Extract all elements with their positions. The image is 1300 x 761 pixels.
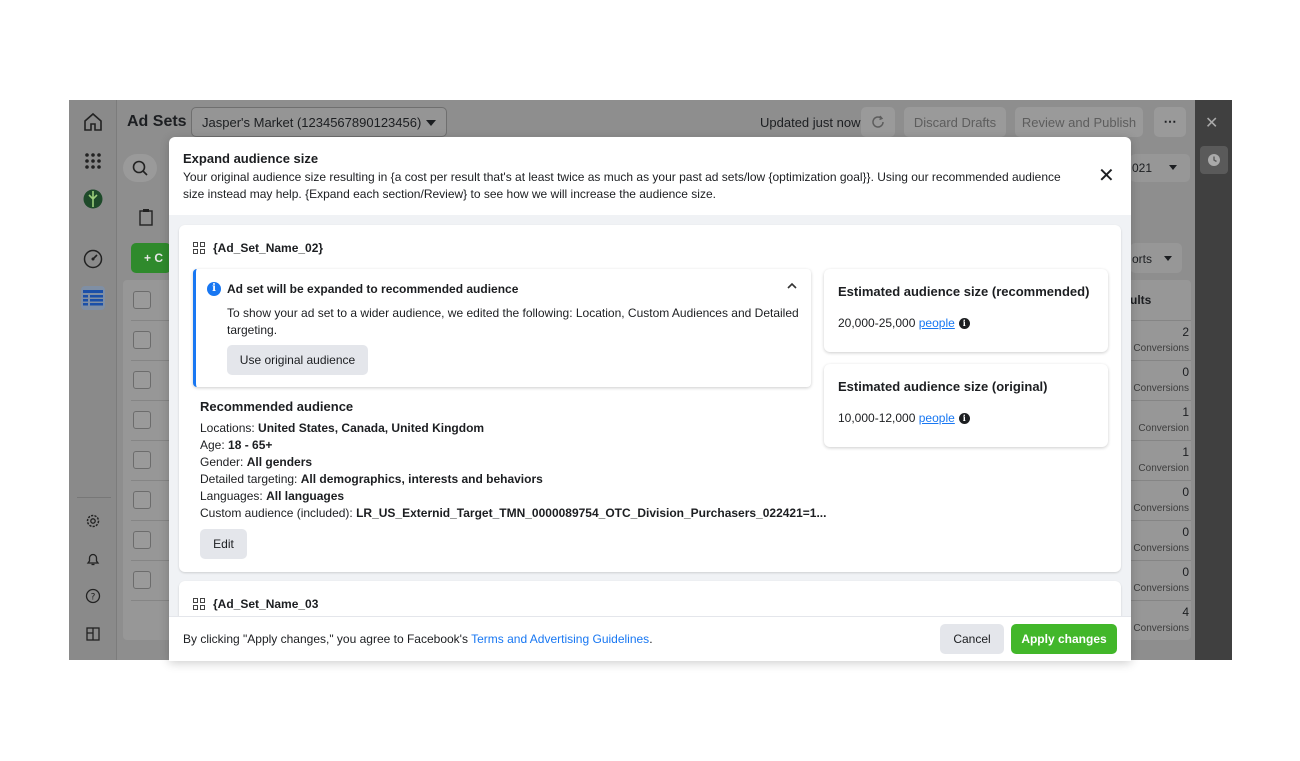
terms-notice: By clicking "Apply changes," you agree t… (183, 632, 653, 646)
detailed-targeting-row: Detailed targeting: All demographics, in… (200, 472, 543, 486)
recommended-audience-title: Recommended audience (200, 399, 354, 414)
edit-button[interactable]: Edit (200, 529, 247, 559)
results-value: 0 (1182, 365, 1189, 379)
estimate-recommended-title: Estimated audience size (recommended) (838, 284, 1090, 299)
dashboard-gauge-icon[interactable] (81, 247, 105, 271)
ad-set-header[interactable]: {Ad_Set_Name_02} (193, 241, 323, 255)
right-side-panel: ✕ (1195, 100, 1232, 660)
cancel-button[interactable]: Cancel (940, 624, 1004, 654)
reports-label: orts (1132, 252, 1153, 266)
notice-text: To show your ad set to a wider audience,… (227, 306, 799, 337)
ad-set-grid-icon (193, 597, 206, 611)
settings-gear-icon[interactable] (81, 509, 105, 533)
account-avatar[interactable] (81, 187, 105, 211)
estimate-original-title: Estimated audience size (original) (838, 379, 1048, 394)
page-title: Ad Sets (127, 113, 187, 130)
custom-audience-row: Custom audience (included): LR_US_Extern… (200, 506, 827, 520)
chevron-up-icon[interactable] (786, 280, 798, 294)
search-icon[interactable] (123, 154, 157, 182)
info-icon: i (207, 282, 221, 296)
nav-divider (77, 497, 111, 498)
clock-icon (1208, 154, 1220, 166)
apps-grid-icon[interactable] (81, 149, 105, 173)
date-range-label: 021 (1132, 161, 1153, 175)
caret-down-icon (1164, 256, 1172, 261)
history-clock-button[interactable] (1200, 146, 1228, 174)
dialog-footer: By clicking "Apply changes," you agree t… (169, 616, 1131, 661)
row-checkbox[interactable] (133, 531, 151, 549)
svg-text:?: ? (91, 593, 96, 603)
terms-period: . (649, 632, 653, 646)
expansion-notice: i Ad set will be expanded to recommended… (193, 269, 811, 387)
row-checkbox[interactable] (133, 331, 151, 349)
people-link[interactable]: people (919, 411, 955, 425)
ad-set-grid-icon (193, 241, 206, 255)
gender-row: Gender: All genders (200, 455, 313, 469)
results-value: 1 (1182, 445, 1189, 459)
left-navigation: ? (69, 100, 117, 660)
people-link[interactable]: people (919, 316, 955, 330)
refresh-button[interactable] (861, 107, 895, 137)
languages-row: Languages: All languages (200, 489, 345, 503)
age-row: Age: 18 - 65+ (200, 438, 273, 452)
account-selector[interactable]: Jasper's Market (1234567890123456) (191, 107, 447, 137)
use-original-audience-button[interactable]: Use original audience (227, 345, 368, 375)
info-icon[interactable]: i (958, 413, 970, 425)
results-column-header: ults (1130, 293, 1152, 307)
estimate-recommended-card: Estimated audience size (recommended) 20… (824, 269, 1108, 352)
row-checkbox[interactable] (133, 491, 151, 509)
estimate-original-value: 10,000-12,000 people i (838, 411, 970, 425)
clipboard-icon[interactable] (131, 203, 161, 231)
notice-title: Ad set will be expanded to recommended a… (227, 282, 519, 296)
refresh-icon (872, 115, 884, 128)
estimate-original-card: Estimated audience size (original) 10,00… (824, 364, 1108, 447)
dialog-scroll-body[interactable]: {Ad_Set_Name_02} i Ad set will be expand… (169, 215, 1131, 616)
results-value: 2 (1182, 325, 1189, 339)
results-value: 4 (1182, 605, 1189, 619)
help-icon[interactable]: ? (81, 584, 105, 608)
select-all-checkbox[interactable] (133, 291, 151, 309)
caret-down-icon (1169, 165, 1177, 170)
estimate-range: 20,000-25,000 (838, 316, 916, 330)
results-value: 0 (1182, 565, 1189, 579)
estimate-range: 10,000-12,000 (838, 411, 916, 425)
row-checkbox[interactable] (133, 371, 151, 389)
report-icon[interactable] (81, 622, 105, 646)
ad-set-name: {Ad_Set_Name_03 (213, 597, 319, 611)
more-options-button[interactable]: ⋯ (1154, 107, 1186, 137)
results-value: 0 (1182, 525, 1189, 539)
create-button[interactable]: + C (131, 243, 171, 273)
estimate-recommended-value: 20,000-25,000 people i (838, 316, 970, 330)
row-checkbox[interactable] (133, 411, 151, 429)
updated-status: Updated just now (760, 115, 861, 130)
info-icon[interactable]: i (958, 318, 970, 330)
row-checkbox[interactable] (133, 571, 151, 589)
dialog-title: Expand audience size (183, 151, 319, 166)
ads-manager-table-icon[interactable] (81, 286, 105, 310)
ad-set-name: {Ad_Set_Name_02} (213, 241, 324, 255)
terms-link[interactable]: Terms and Advertising Guidelines (471, 632, 649, 646)
row-checkbox[interactable] (133, 451, 151, 469)
reports-dropdown[interactable]: orts (1130, 243, 1182, 273)
locations-row: Locations: United States, Canada, United… (200, 421, 485, 435)
close-dialog-button[interactable]: ✕ (1098, 166, 1115, 186)
ad-set-header[interactable]: {Ad_Set_Name_03 (193, 597, 318, 611)
expand-audience-dialog: Expand audience size Your original audie… (169, 137, 1131, 661)
caret-down-icon (426, 120, 436, 126)
terms-text: By clicking "Apply changes," you agree t… (183, 632, 468, 646)
results-value: 1 (1182, 405, 1189, 419)
dialog-description: Your original audience size resulting in… (183, 170, 1061, 201)
apply-changes-button[interactable]: Apply changes (1011, 624, 1117, 654)
ad-set-card: {Ad_Set_Name_02} i Ad set will be expand… (179, 225, 1121, 572)
ad-set-card: {Ad_Set_Name_03 (179, 581, 1121, 616)
account-selector-label: Jasper's Market (1234567890123456) (202, 115, 422, 130)
notifications-bell-icon[interactable] (81, 547, 105, 571)
discard-drafts-button[interactable]: Discard Drafts (904, 107, 1006, 137)
date-range-selector[interactable]: 021 (1130, 154, 1190, 182)
home-icon[interactable] (81, 110, 105, 134)
results-value: 0 (1182, 485, 1189, 499)
review-publish-button[interactable]: Review and Publish (1015, 107, 1143, 137)
close-icon[interactable]: ✕ (1205, 113, 1218, 133)
